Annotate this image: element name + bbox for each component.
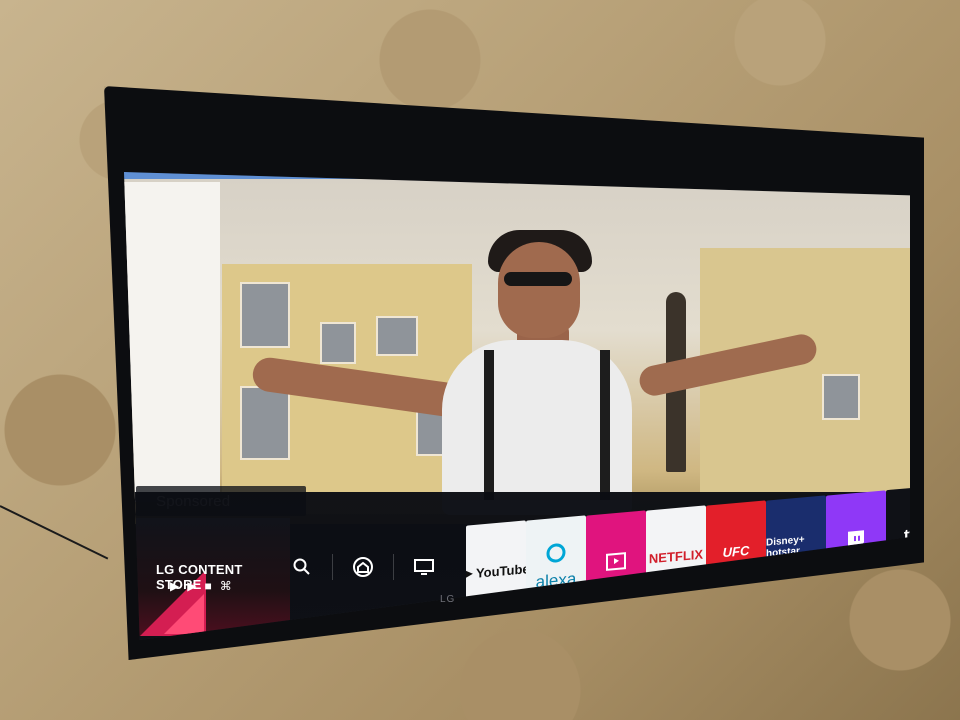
app-tile-hotstar[interactable]: Disney+ hotstar bbox=[766, 495, 826, 597]
backpack-strap bbox=[600, 350, 610, 500]
apps-grid-icon: ■ bbox=[204, 579, 212, 593]
right-arm bbox=[636, 331, 820, 399]
actor-figure bbox=[250, 230, 822, 515]
store-icon bbox=[606, 552, 626, 571]
input-button[interactable] bbox=[412, 555, 436, 579]
face bbox=[498, 242, 580, 338]
window bbox=[822, 374, 860, 420]
home-button[interactable] bbox=[351, 555, 375, 579]
tv-input-icon bbox=[414, 559, 434, 575]
app-tile-twitch[interactable] bbox=[826, 490, 886, 592]
decorative-pink-shape bbox=[164, 594, 204, 634]
youtube-label: YouTube bbox=[475, 560, 526, 581]
video-scene bbox=[124, 172, 910, 524]
power-cable bbox=[0, 505, 109, 560]
left-building bbox=[124, 182, 220, 502]
content-store-tile[interactable]: LG CONTENT STORE ▶ ▶ ■ ⌘ bbox=[136, 518, 290, 636]
app-tile-appletv[interactable]: tv bbox=[886, 485, 910, 587]
separator bbox=[393, 554, 394, 580]
left-arm bbox=[250, 355, 464, 419]
netflix-label: NETFLIX bbox=[648, 546, 704, 566]
backpack-strap bbox=[484, 350, 494, 500]
sunglasses bbox=[504, 272, 572, 286]
content-store-icons: ▶ ▶ ■ ⌘ bbox=[170, 579, 232, 593]
gamepad-icon: ⌘ bbox=[219, 579, 232, 593]
search-icon bbox=[293, 558, 310, 575]
separator bbox=[332, 554, 333, 580]
search-button[interactable] bbox=[290, 555, 314, 579]
home-icon bbox=[353, 557, 373, 577]
youtube-icon: ▶ bbox=[466, 565, 473, 581]
tv-brand-mark: LG bbox=[440, 594, 456, 605]
alexa-icon bbox=[546, 542, 566, 563]
ufc-label: UFC bbox=[722, 542, 750, 560]
video-icon: ▶ bbox=[170, 579, 180, 593]
play-icon: ▶ bbox=[187, 579, 197, 593]
